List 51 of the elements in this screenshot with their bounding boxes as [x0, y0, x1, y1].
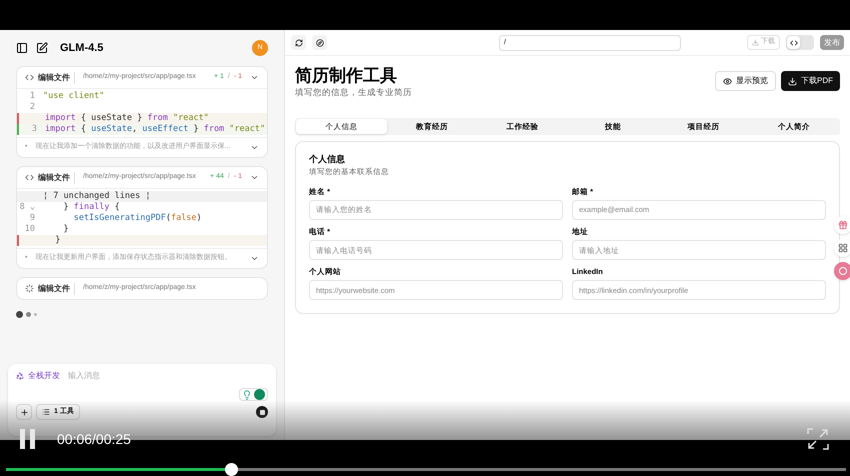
- progress-track[interactable]: [6, 468, 846, 471]
- edit-label: 编辑文件: [38, 282, 75, 294]
- apps-icon[interactable]: [834, 239, 850, 257]
- edit-label: 编辑文件: [38, 172, 75, 184]
- progress-thumb[interactable]: [225, 463, 238, 476]
- edit-label: 编辑文件: [38, 72, 75, 84]
- download-pdf-button[interactable]: 下载PDF: [781, 71, 840, 91]
- sidebar-toggle-icon[interactable]: [16, 42, 28, 54]
- plus-icon: [20, 408, 28, 416]
- list-icon: [42, 408, 50, 416]
- chevron-icon[interactable]: [250, 254, 259, 263]
- chevron-icon[interactable]: [250, 173, 259, 182]
- new-chat-icon[interactable]: [36, 42, 48, 54]
- code-line: ¦ 7 unchanged lines ¦: [43, 191, 150, 202]
- line-number: 10: [24, 224, 35, 235]
- line-number: 2: [30, 102, 35, 113]
- chevron-icon[interactable]: [250, 143, 259, 152]
- code-line: import { useState, useEffect } from "react": [45, 124, 266, 135]
- line-number: 3: [32, 124, 37, 135]
- fullscreen-icon[interactable]: [807, 428, 829, 450]
- extension-icon[interactable]: [239, 388, 268, 401]
- model-name: GLM-4.5: [60, 40, 104, 56]
- code-line: }: [62, 224, 69, 235]
- eye-icon: [723, 76, 732, 86]
- refresh-icon[interactable]: [291, 35, 306, 50]
- recycle-icon: [16, 372, 24, 380]
- code-line: } finally {: [62, 202, 120, 213]
- gift-icon[interactable]: [834, 216, 850, 234]
- compass-icon[interactable]: [312, 35, 327, 50]
- code-icon: [790, 38, 798, 46]
- download-icon: [752, 39, 759, 46]
- code-view-tab[interactable]: [787, 36, 800, 49]
- pause-icon[interactable]: [20, 429, 38, 449]
- download-icon: [788, 76, 797, 86]
- preview-button[interactable]: 显示预览: [715, 71, 776, 91]
- add-button[interactable]: [16, 404, 32, 420]
- code-line: setIsGeneratingPDF(false): [72, 213, 202, 224]
- section-title: 个人信息: [309, 152, 346, 166]
- line-number: 8 ⌄: [20, 202, 35, 213]
- message-input[interactable]: 输入消息: [68, 370, 268, 382]
- line-number: 1: [30, 91, 35, 102]
- chevron-icon[interactable]: [250, 73, 259, 82]
- loading-dots-icon: [16, 311, 37, 318]
- code-line: "use client": [43, 91, 104, 102]
- stop-icon[interactable]: [256, 406, 268, 418]
- mode-label[interactable]: 全栈开发: [28, 370, 60, 382]
- page-subtitle: 填写您的信息，生成专业简历: [295, 86, 412, 99]
- line-number: 9: [30, 213, 35, 224]
- code-line: }: [54, 235, 60, 246]
- page-title: 简历制作工具: [295, 66, 398, 86]
- code-line: import { useState } from "react": [45, 113, 209, 124]
